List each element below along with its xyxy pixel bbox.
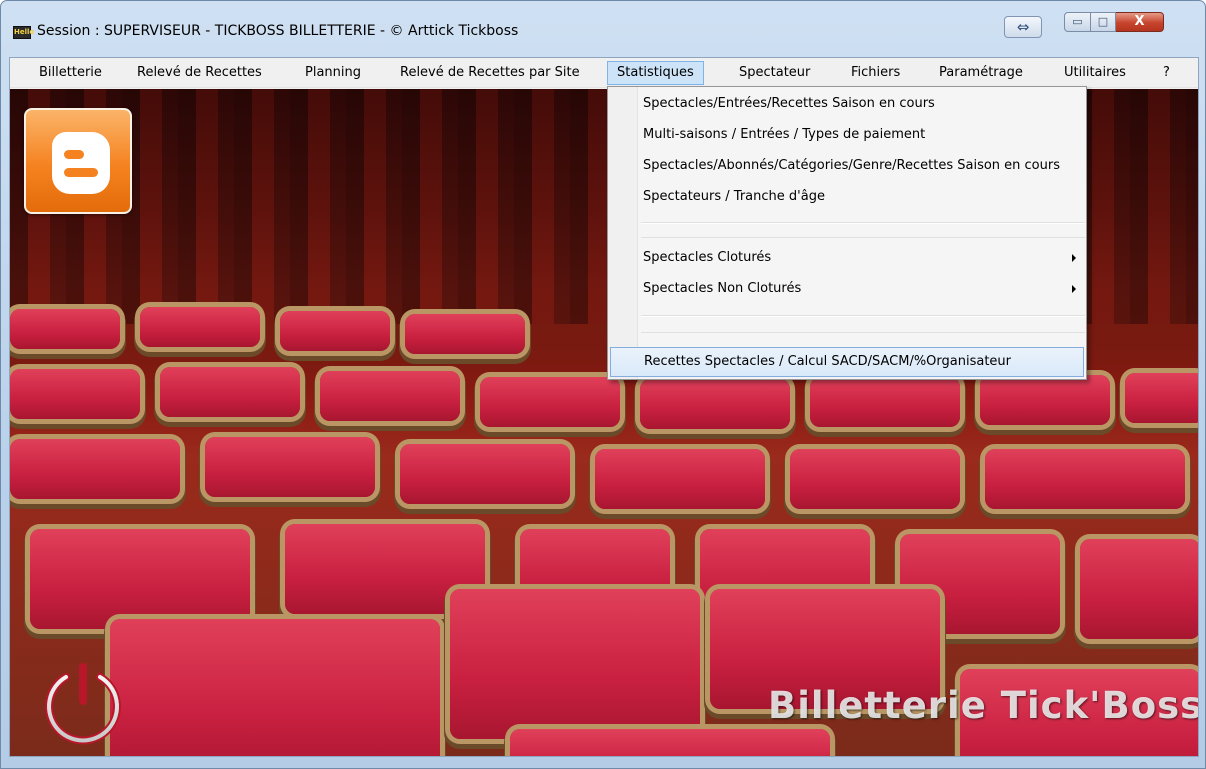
dropdown-item-multi-saisons[interactable]: Multi-saisons / Entrées / Types de paiem…	[610, 120, 1084, 150]
blogger-b-shape	[52, 132, 110, 194]
seat	[1125, 373, 1198, 423]
menu-billetterie[interactable]: Billetterie	[30, 61, 111, 85]
seat	[1080, 539, 1198, 639]
close-button[interactable]: X	[1116, 12, 1164, 32]
seat	[790, 449, 960, 509]
seat	[595, 449, 765, 509]
seat	[280, 311, 390, 351]
menu-parametrage[interactable]: Paramétrage	[930, 61, 1032, 85]
dropdown-item-label: Spectacles Cloturés	[643, 250, 772, 265]
dropdown-item-spectateurs-tranche-age[interactable]: Spectateurs / Tranche d'âge	[610, 182, 1084, 212]
dropdown-item-recettes-spectacles-sacd[interactable]: Recettes Spectacles / Calcul SACD/SACM/%…	[610, 347, 1084, 377]
title-bar[interactable]: Hello Session : SUPERVISEUR - TICKBOSS B…	[1, 1, 1205, 49]
resize-icon[interactable]: ⇔	[1004, 16, 1042, 38]
seat	[810, 377, 960, 427]
seat	[110, 619, 440, 756]
menu-releve-recettes-site[interactable]: Relevé de Recettes par Site	[391, 61, 589, 85]
dropdown-item-spectacles-non-clotures[interactable]: Spectacles Non Cloturés	[610, 274, 1084, 304]
seat	[510, 729, 830, 756]
menu-planning[interactable]: Planning	[296, 61, 370, 85]
menu-separator	[641, 332, 1085, 333]
menu-utilitaires[interactable]: Utilitaires	[1055, 61, 1135, 85]
seat	[140, 307, 260, 347]
seat	[450, 589, 700, 739]
menu-fichiers[interactable]: Fichiers	[842, 61, 909, 85]
dropdown-item-spectacles-entrees-recettes[interactable]: Spectacles/Entrées/Recettes Saison en co…	[610, 89, 1084, 119]
power-icon[interactable]	[38, 661, 128, 751]
dropdown-item-spectacles-clotures[interactable]: Spectacles Cloturés	[610, 243, 1084, 273]
statistiques-dropdown: Spectacles/Entrées/Recettes Saison en co…	[607, 86, 1087, 380]
maximize-button[interactable]: □	[1091, 12, 1116, 32]
menu-bar: Billetterie Relevé de Recettes Planning …	[10, 58, 1198, 88]
seat	[980, 375, 1110, 425]
seat	[320, 371, 460, 421]
seat	[10, 309, 120, 349]
menu-statistiques[interactable]: Statistiques	[607, 61, 704, 85]
seat	[10, 439, 180, 499]
menu-spectateur[interactable]: Spectateur	[730, 61, 819, 85]
blogger-b-line	[64, 150, 84, 159]
dropdown-item-spectacles-abonnes[interactable]: Spectacles/Abonnés/Catégories/Genre/Rece…	[610, 151, 1084, 181]
submenu-arrow-icon	[1072, 254, 1076, 262]
submenu-arrow-icon	[1072, 285, 1076, 293]
brand-watermark: Billetterie Tick'Boss	[768, 684, 1199, 727]
menu-separator	[641, 237, 1085, 238]
seat	[405, 314, 525, 354]
menu-releve-recettes[interactable]: Relevé de Recettes	[128, 61, 271, 85]
seat	[400, 444, 570, 504]
minimize-button[interactable]: ▭	[1064, 12, 1091, 32]
app-icon[interactable]: Hello	[13, 26, 34, 39]
seat	[10, 369, 140, 419]
menu-separator	[641, 316, 1085, 317]
menu-help[interactable]: ?	[1154, 61, 1179, 85]
dropdown-item-label: Spectacles Non Cloturés	[643, 281, 802, 296]
seat	[640, 379, 790, 429]
window-controls: ▭ □ X	[1064, 12, 1164, 39]
seat	[160, 367, 300, 417]
seat	[30, 529, 250, 629]
window-title: Session : SUPERVISEUR - TICKBOSS BILLETT…	[37, 23, 519, 39]
seat	[480, 377, 620, 427]
seat	[205, 437, 375, 497]
app-window: Hello Session : SUPERVISEUR - TICKBOSS B…	[0, 0, 1206, 769]
menu-separator	[641, 223, 1085, 224]
blogger-b-line	[64, 168, 98, 177]
blogger-icon[interactable]	[24, 108, 132, 214]
seat	[985, 449, 1185, 509]
client-area: Billetterie Relevé de Recettes Planning …	[9, 57, 1199, 757]
